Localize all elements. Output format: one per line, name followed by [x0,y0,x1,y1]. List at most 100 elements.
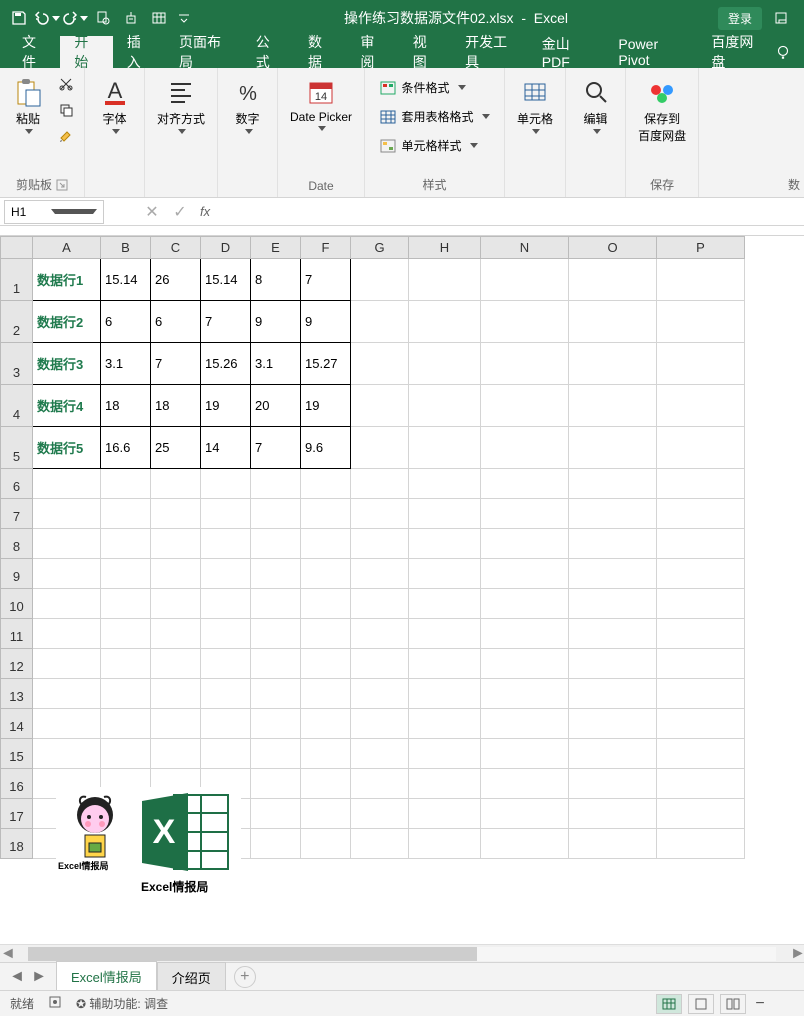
grid-cell[interactable] [409,499,481,529]
grid-cell[interactable] [101,529,151,559]
page-break-view-icon[interactable] [720,994,746,1014]
grid-cell[interactable] [657,679,745,709]
col-header[interactable]: O [569,237,657,259]
row-header[interactable]: 11 [1,619,33,649]
grid-cell[interactable] [151,679,201,709]
row-header[interactable]: 5 [1,427,33,469]
grid-cell[interactable] [351,499,409,529]
grid-cell[interactable] [251,709,301,739]
grid-cell[interactable] [301,769,351,799]
grid-cell[interactable] [351,589,409,619]
grid-cell[interactable] [201,679,251,709]
grid-cell[interactable] [351,259,409,301]
grid-cell[interactable]: 16.6 [101,427,151,469]
grid-cell[interactable] [251,769,301,799]
grid-cell[interactable] [151,619,201,649]
row-header[interactable]: 4 [1,385,33,427]
grid-cell[interactable] [201,589,251,619]
grid-cell[interactable] [33,679,101,709]
grid-cell[interactable]: 14 [201,427,251,469]
col-header[interactable]: C [151,237,201,259]
grid-cell[interactable] [569,739,657,769]
tab-page-layout[interactable]: 页面布局 [165,36,242,68]
grid-cell[interactable] [569,499,657,529]
row-header[interactable]: 9 [1,559,33,589]
grid-cell[interactable] [301,469,351,499]
grid-cell[interactable] [481,427,569,469]
grid-cell[interactable] [569,529,657,559]
row-header[interactable]: 3 [1,343,33,385]
grid-cell[interactable] [101,619,151,649]
grid-cell[interactable] [409,679,481,709]
enter-icon[interactable]: ✓ [166,200,194,224]
tab-review[interactable]: 审阅 [346,36,398,68]
grid-cell[interactable] [351,829,409,859]
table-icon[interactable] [146,5,172,31]
row-header[interactable]: 7 [1,499,33,529]
grid-cell[interactable] [151,589,201,619]
grid-cell[interactable] [409,385,481,427]
row-header[interactable]: 8 [1,529,33,559]
row-header[interactable]: 17 [1,799,33,829]
grid-cell[interactable] [569,799,657,829]
grid-cell[interactable] [481,385,569,427]
grid-cell[interactable] [251,799,301,829]
grid-cell[interactable]: 9 [301,301,351,343]
grid-cell[interactable] [301,679,351,709]
page-layout-view-icon[interactable] [688,994,714,1014]
macro-record-icon[interactable] [48,995,62,1012]
grid-cell[interactable]: 数据行4 [33,385,101,427]
grid-cell[interactable] [151,649,201,679]
grid-cell[interactable] [481,709,569,739]
grid-cell[interactable] [657,559,745,589]
grid-cell[interactable] [251,499,301,529]
grid-cell[interactable] [33,739,101,769]
grid-cell[interactable] [409,799,481,829]
grid-cell[interactable] [351,649,409,679]
grid-cell[interactable] [657,829,745,859]
redo-icon[interactable] [62,5,88,31]
grid-cell[interactable] [481,343,569,385]
tab-developer[interactable]: 开发工具 [451,36,528,68]
row-header[interactable]: 15 [1,739,33,769]
grid-cell[interactable]: 7 [151,343,201,385]
grid-cell[interactable] [481,799,569,829]
grid-cell[interactable] [351,343,409,385]
zoom-out-icon[interactable]: − [752,995,768,1013]
print-preview-icon[interactable] [90,5,116,31]
alignment-button[interactable]: 对齐方式 [151,72,211,138]
grid-cell[interactable] [481,739,569,769]
grid-cell[interactable] [301,619,351,649]
paste-button[interactable]: 粘贴 [6,72,50,138]
grid-cell[interactable] [301,799,351,829]
grid-cell[interactable] [351,739,409,769]
grid-cell[interactable] [481,469,569,499]
grid-cell[interactable] [409,259,481,301]
col-header[interactable]: A [33,237,101,259]
grid-cell[interactable]: 数据行1 [33,259,101,301]
save-icon[interactable] [6,5,32,31]
sheet-tab-2[interactable]: 介绍页 [157,962,226,992]
grid-cell[interactable] [569,259,657,301]
grid-cell[interactable] [201,499,251,529]
grid-cell[interactable] [201,619,251,649]
grid-cell[interactable] [569,559,657,589]
grid-cell[interactable] [569,709,657,739]
grid-cell[interactable] [409,343,481,385]
tab-formulas[interactable]: 公式 [242,36,294,68]
grid-cell[interactable] [569,343,657,385]
grid-cell[interactable] [481,259,569,301]
col-header[interactable]: G [351,237,409,259]
grid-cell[interactable] [101,499,151,529]
col-header[interactable]: H [409,237,481,259]
grid-cell[interactable] [351,559,409,589]
grid-cell[interactable] [481,559,569,589]
grid-cell[interactable] [657,469,745,499]
row-header[interactable]: 1 [1,259,33,301]
col-header[interactable]: E [251,237,301,259]
grid-cell[interactable]: 7 [301,259,351,301]
grid-cell[interactable] [569,649,657,679]
grid-cell[interactable] [657,619,745,649]
grid-cell[interactable] [481,649,569,679]
grid-cell[interactable] [657,343,745,385]
